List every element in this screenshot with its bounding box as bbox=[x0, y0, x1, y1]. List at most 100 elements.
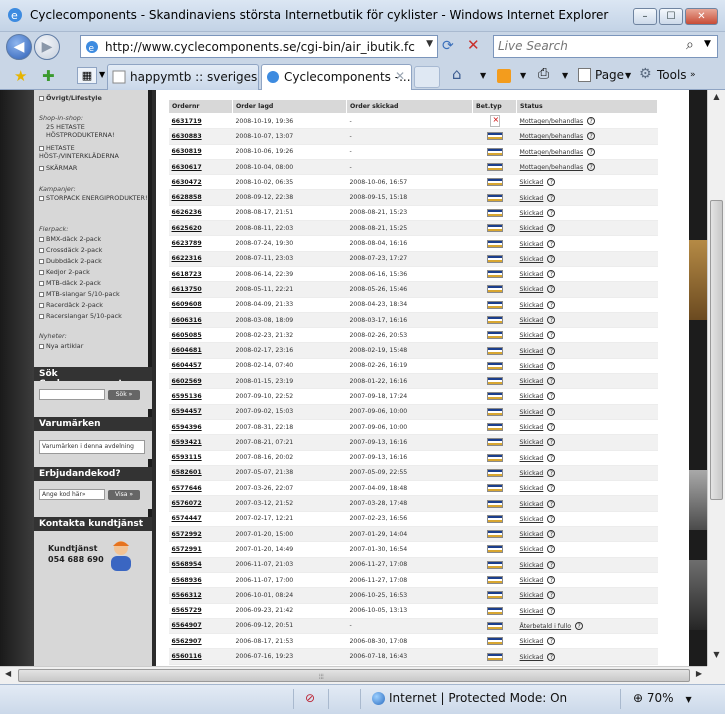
help-icon[interactable]: ? bbox=[587, 132, 596, 141]
order-number-link[interactable]: 6560116 bbox=[168, 648, 233, 665]
checkbox[interactable] bbox=[39, 95, 44, 101]
help-icon[interactable]: ? bbox=[547, 484, 556, 493]
add-favorite-icon[interactable]: ✚ bbox=[42, 67, 55, 85]
expand-icon[interactable]: » bbox=[690, 70, 696, 80]
order-number-link[interactable]: 6595136 bbox=[168, 388, 233, 405]
vertical-scrollbar[interactable]: ▲ ▼ bbox=[707, 90, 725, 666]
order-number-link[interactable]: 6626236 bbox=[168, 205, 233, 222]
help-icon[interactable]: ? bbox=[587, 147, 596, 156]
status-link[interactable]: Skickad bbox=[520, 638, 544, 645]
search-icon[interactable]: ⌕ bbox=[686, 37, 694, 53]
status-link[interactable]: Skickad bbox=[520, 516, 544, 523]
status-link[interactable]: Skickad bbox=[520, 348, 544, 355]
chevron-down-icon[interactable]: ▼ bbox=[520, 71, 526, 80]
help-icon[interactable]: ? bbox=[547, 361, 556, 370]
help-icon[interactable]: ? bbox=[547, 545, 556, 554]
sidebar-item[interactable]: Crossdäck 2-pack bbox=[39, 246, 151, 254]
checkbox[interactable] bbox=[39, 313, 44, 319]
order-number-link[interactable]: 6618723 bbox=[168, 266, 233, 283]
help-icon[interactable]: ? bbox=[547, 254, 556, 263]
status-link[interactable]: Skickad bbox=[520, 179, 544, 186]
print-icon[interactable]: ⎙ bbox=[538, 66, 549, 82]
address-url[interactable]: http://www.cyclecomponents.se/cgi-bin/ai… bbox=[105, 40, 415, 54]
sidebar-item[interactable]: MTB-däck 2-pack bbox=[39, 279, 151, 287]
checkbox[interactable] bbox=[39, 236, 44, 242]
help-icon[interactable]: ? bbox=[547, 530, 556, 539]
maximize-button[interactable]: ☐ bbox=[659, 8, 683, 25]
order-number-link[interactable]: 6630819 bbox=[168, 144, 233, 160]
back-button[interactable]: ◀ bbox=[6, 34, 32, 60]
sidebar-item[interactable]: HETASTE HÖST-/VINTERKLÄDERNA bbox=[39, 144, 151, 160]
close-button[interactable]: ✕ bbox=[685, 8, 718, 25]
order-number-link[interactable]: 6604681 bbox=[168, 342, 233, 359]
status-link[interactable]: Skickad bbox=[520, 577, 544, 584]
tab-happymtb[interactable]: happymtb :: sveriges tr... bbox=[107, 64, 259, 90]
help-icon[interactable]: ? bbox=[547, 270, 556, 279]
search-input[interactable] bbox=[498, 39, 678, 53]
order-number-link[interactable]: 6613750 bbox=[168, 281, 233, 298]
status-link[interactable]: Mottagen/behandlas bbox=[520, 118, 584, 125]
order-number-link[interactable]: 6594457 bbox=[168, 404, 233, 420]
status-link[interactable]: Återbetald i fullo bbox=[520, 623, 572, 630]
scroll-down-icon[interactable]: ▼ bbox=[710, 650, 723, 664]
status-link[interactable]: Skickad bbox=[520, 271, 544, 278]
order-number-link[interactable]: 6566312 bbox=[168, 587, 233, 604]
minimize-button[interactable]: – bbox=[633, 8, 657, 25]
help-icon[interactable]: ? bbox=[547, 499, 556, 508]
status-link[interactable]: Skickad bbox=[520, 470, 544, 477]
help-icon[interactable]: ? bbox=[547, 606, 556, 615]
order-number-link[interactable]: 6593115 bbox=[168, 450, 233, 466]
sidebar-item[interactable]: Racerdäck 2-pack bbox=[39, 301, 151, 309]
status-link[interactable]: Skickad bbox=[520, 317, 544, 324]
order-number-link[interactable]: 6574447 bbox=[168, 511, 233, 528]
help-icon[interactable]: ? bbox=[547, 377, 556, 386]
status-link[interactable]: Skickad bbox=[520, 592, 544, 599]
help-icon[interactable]: ? bbox=[587, 117, 596, 126]
order-number-link[interactable]: 6577646 bbox=[168, 480, 233, 497]
checkbox[interactable] bbox=[39, 195, 44, 201]
order-number-link[interactable]: 6631719 bbox=[168, 113, 233, 130]
help-icon[interactable]: ? bbox=[575, 621, 584, 630]
order-number-link[interactable]: 6606316 bbox=[168, 312, 233, 329]
scroll-thumb[interactable]: ⦙⦙⦙ bbox=[18, 669, 690, 682]
status-link[interactable]: Skickad bbox=[520, 562, 544, 569]
status-link[interactable]: Skickad bbox=[520, 654, 544, 661]
help-icon[interactable]: ? bbox=[547, 407, 556, 416]
sidebar-item[interactable]: Kedjor 2-pack bbox=[39, 268, 151, 276]
order-number-link[interactable]: 6604457 bbox=[168, 358, 233, 375]
order-number-link[interactable]: 6582601 bbox=[168, 465, 233, 482]
search-box[interactable]: ⌕ ▼ bbox=[493, 35, 718, 58]
help-icon[interactable]: ? bbox=[547, 652, 556, 661]
status-link[interactable]: Skickad bbox=[520, 195, 544, 202]
chevron-down-icon[interactable]: ▼ bbox=[704, 39, 711, 49]
scroll-left-icon[interactable]: ◀ bbox=[5, 669, 11, 678]
order-number-link[interactable]: 6572992 bbox=[168, 526, 233, 543]
chevron-down-icon[interactable]: ▼ bbox=[562, 71, 568, 80]
status-link[interactable]: Skickad bbox=[520, 363, 544, 370]
site-search-input[interactable] bbox=[39, 389, 105, 400]
order-number-link[interactable]: 6625620 bbox=[168, 220, 233, 237]
order-number-link[interactable]: 6605085 bbox=[168, 327, 233, 344]
sidebar-item[interactable]: STORPACK ENERGIPRODUKTER! bbox=[39, 194, 151, 202]
help-icon[interactable]: ? bbox=[547, 453, 556, 462]
sidebar-category[interactable]: Övrigt/Lifestyle bbox=[39, 94, 151, 102]
status-link[interactable]: Skickad bbox=[520, 225, 544, 232]
feeds-icon[interactable] bbox=[497, 69, 511, 83]
chevron-down-icon[interactable]: ▼ bbox=[480, 71, 486, 80]
checkbox[interactable] bbox=[39, 343, 44, 349]
help-icon[interactable]: ? bbox=[547, 285, 556, 294]
help-icon[interactable]: ? bbox=[547, 193, 556, 202]
order-number-link[interactable]: 6602569 bbox=[168, 373, 233, 390]
help-icon[interactable]: ? bbox=[547, 392, 556, 401]
zoom-control[interactable]: ⊕ 70% ▼ bbox=[633, 691, 692, 705]
status-link[interactable]: Skickad bbox=[520, 531, 544, 538]
address-bar[interactable]: e http://www.cyclecomponents.se/cgi-bin/… bbox=[80, 35, 438, 58]
sidebar-item[interactable]: Nya artiklar bbox=[39, 342, 151, 350]
order-number-link[interactable]: 6630883 bbox=[168, 128, 233, 145]
checkbox[interactable] bbox=[39, 145, 44, 151]
help-icon[interactable]: ? bbox=[547, 208, 556, 217]
order-number-link[interactable]: 6609608 bbox=[168, 297, 233, 313]
sidebar-item[interactable]: 25 HETASTE HÖSTPRODUKTERNA! bbox=[39, 123, 151, 139]
scroll-right-icon[interactable]: ▶ bbox=[696, 669, 702, 678]
help-icon[interactable]: ? bbox=[547, 637, 556, 646]
